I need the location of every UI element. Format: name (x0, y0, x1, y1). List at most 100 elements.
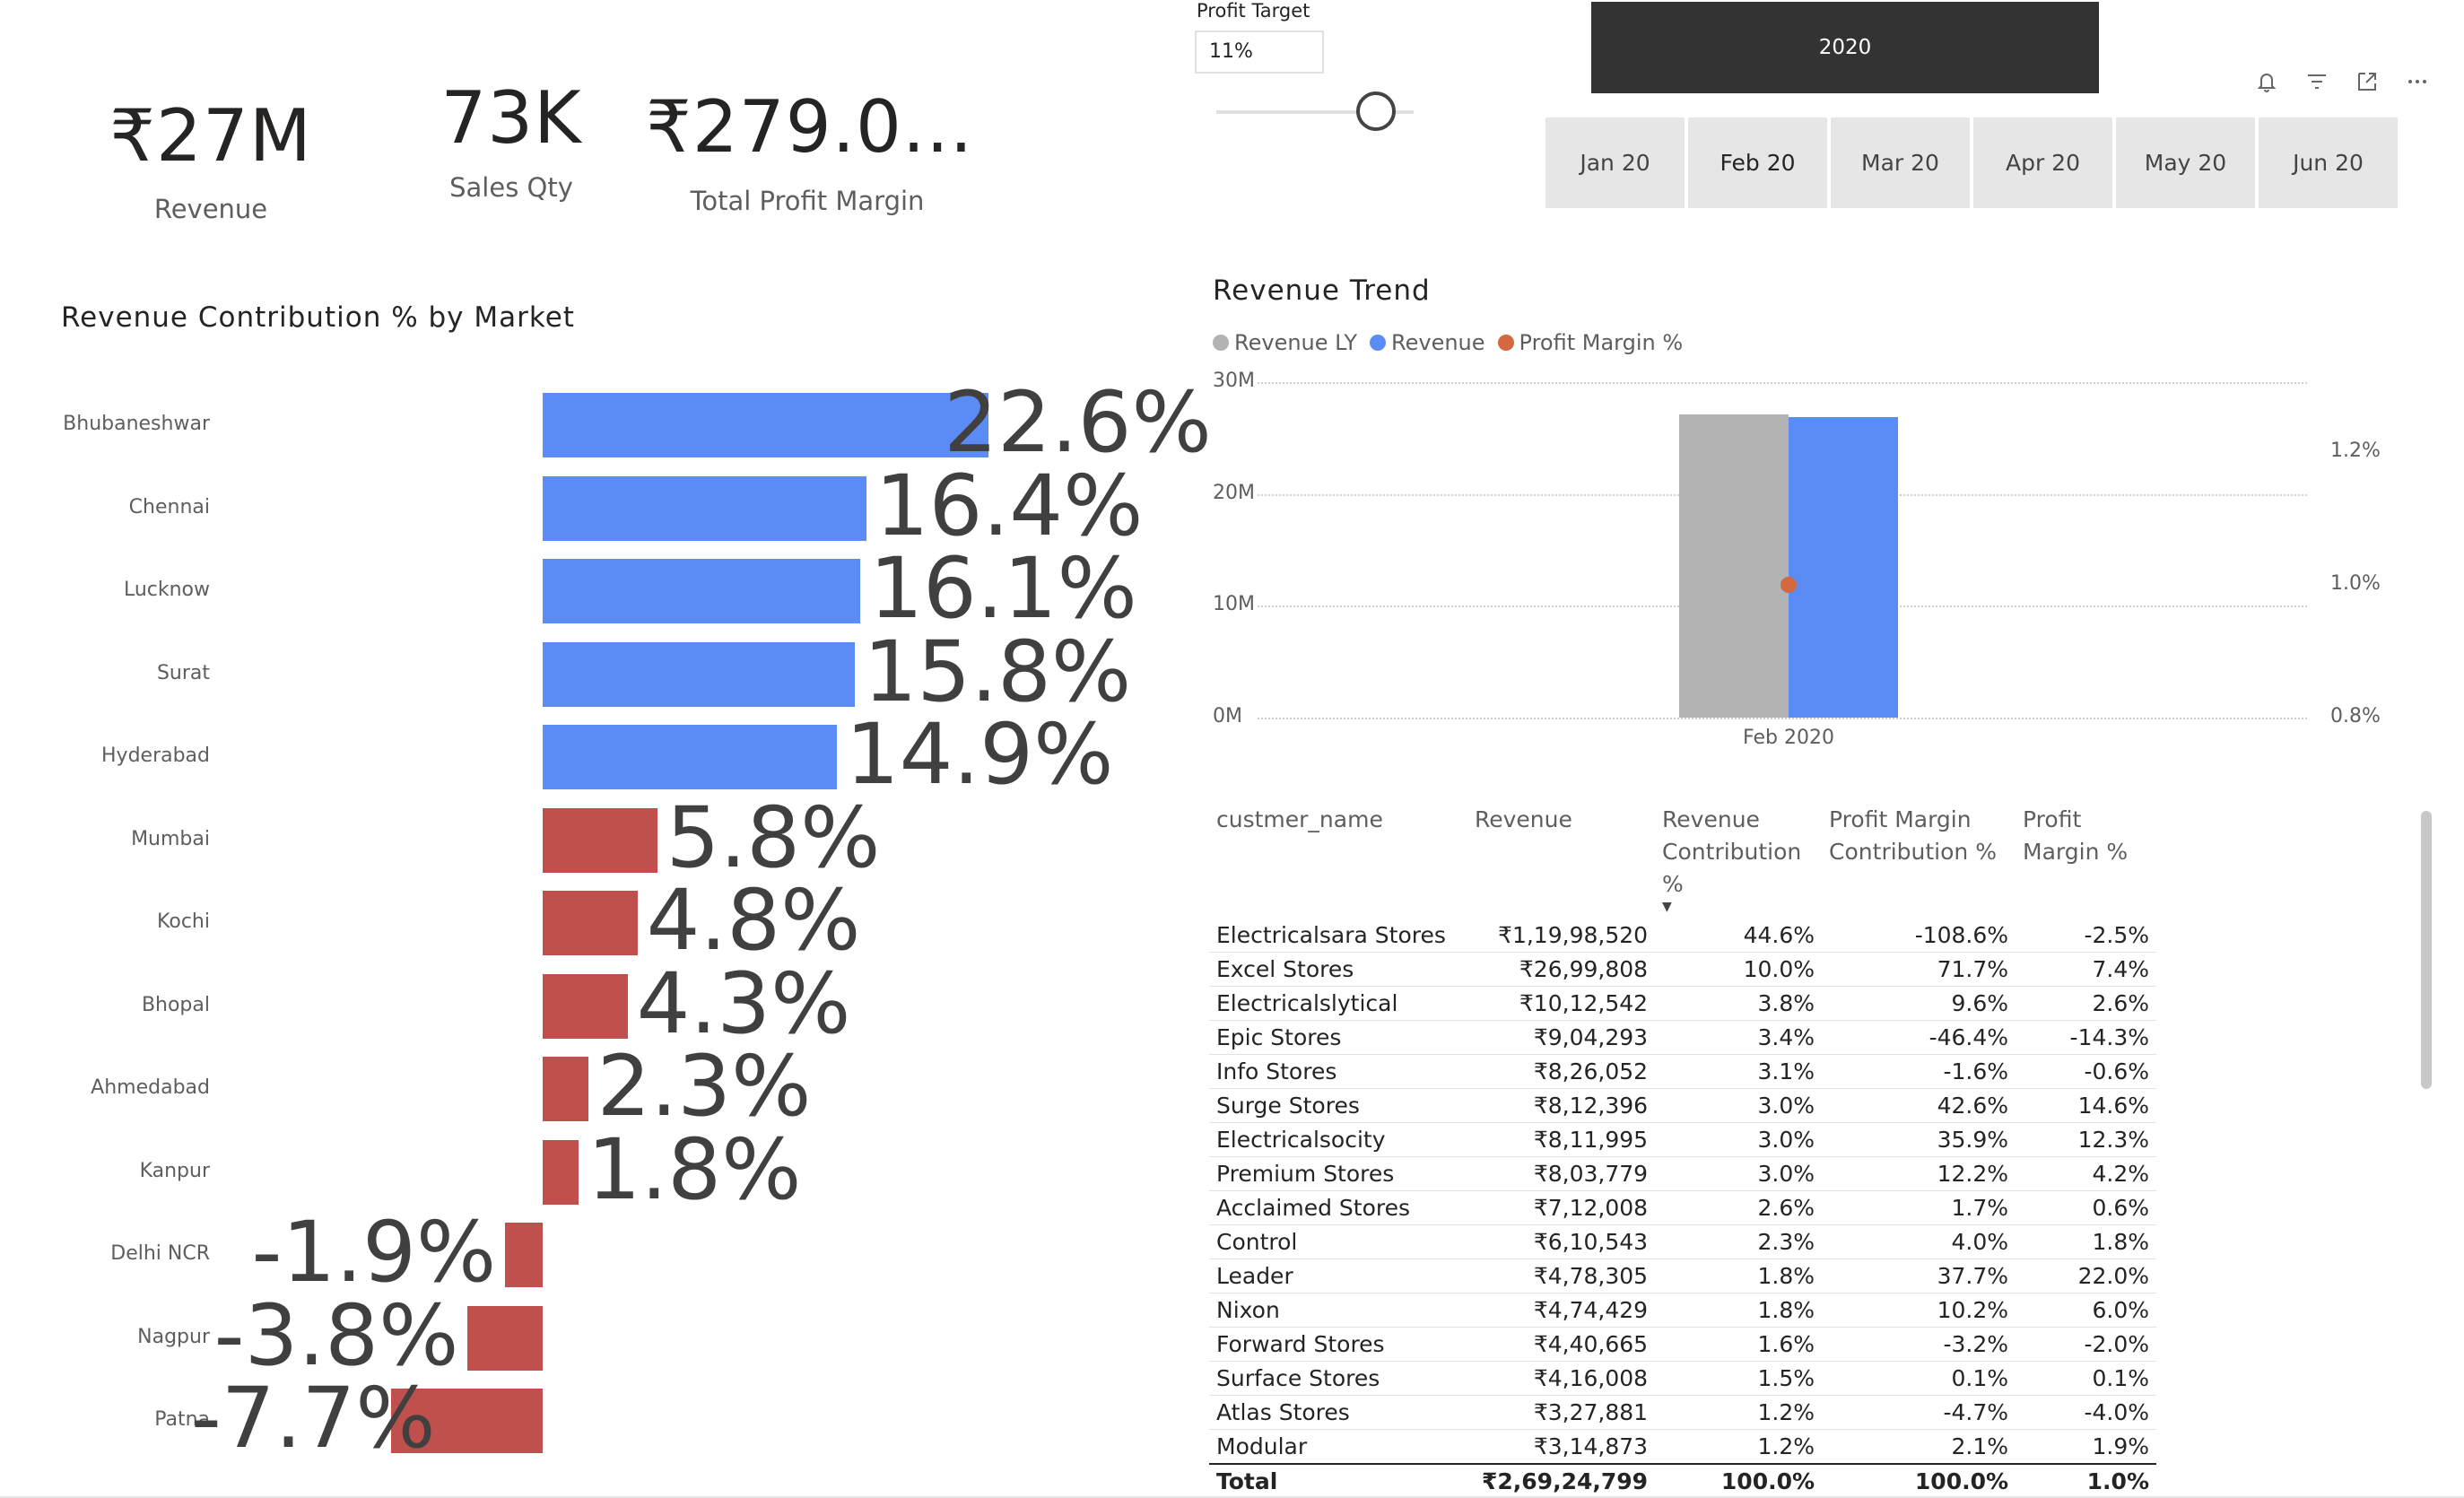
column-header-revenue[interactable]: Revenue (1475, 798, 1655, 919)
table-cell: ₹9,04,293 (1475, 1020, 1656, 1055)
market-bar[interactable] (543, 393, 989, 457)
table-cell: Info Stores (1209, 1054, 1475, 1089)
legend-label: Revenue LY (1234, 330, 1357, 355)
market-bar[interactable] (543, 559, 861, 623)
table-row[interactable]: Surge Stores ₹8,12,396 3.0% 42.6% 14.6% (1209, 1088, 2156, 1123)
table-cell: Electricalsocity (1209, 1122, 1475, 1157)
market-data-label: -7.7% (190, 1370, 436, 1468)
table-cell: 2.1% (1822, 1429, 2016, 1465)
table-cell: ₹10,12,542 (1475, 986, 1656, 1021)
profit-margin-kpi-label: Total Profit Margin (690, 186, 925, 216)
table-cell: ₹6,10,543 (1475, 1224, 1656, 1259)
year-slicer-2020[interactable]: 2020 (1591, 2, 2099, 93)
table-cell: ₹4,78,305 (1475, 1258, 1656, 1293)
trend-bar-revenue[interactable] (1789, 416, 1898, 718)
bell-icon[interactable] (2253, 68, 2280, 95)
market-bar[interactable] (543, 891, 638, 955)
table-row[interactable]: Leader ₹4,78,305 1.8% 37.7% 22.0% (1209, 1258, 2156, 1293)
table-row[interactable]: Acclaimed Stores ₹7,12,008 2.6% 1.7% 0.6% (1209, 1190, 2156, 1225)
trend-y2-tick: 1.0% (2330, 572, 2381, 595)
legend-dot (1497, 335, 1514, 351)
month-slicer-mar-20[interactable]: Mar 20 (1831, 118, 1970, 208)
table-row[interactable]: Surface Stores ₹4,16,008 1.5% 0.1% 0.1% (1209, 1361, 2156, 1396)
table-row[interactable]: Atlas Stores ₹3,27,881 1.2% -4.7% -4.0% (1209, 1395, 2156, 1430)
table-cell: ₹3,14,873 (1475, 1429, 1656, 1465)
table-cell: Modular (1209, 1429, 1475, 1465)
market-bar[interactable] (543, 475, 866, 541)
market-bar[interactable] (543, 807, 657, 873)
month-slicer-apr-20[interactable]: Apr 20 (1973, 118, 2112, 208)
table-cell: 1.0% (2016, 1463, 2156, 1498)
table-row[interactable]: Electricalsocity ₹8,11,995 3.0% 35.9% 12.3% (1209, 1122, 2156, 1157)
trend-chart-title: Revenue Trend (1213, 274, 1431, 307)
market-bar[interactable] (543, 1057, 588, 1121)
table-row[interactable]: Epic Stores ₹9,04,293 3.4% -46.4% -14.3% (1209, 1020, 2156, 1055)
market-category-label: Delhi NCR (110, 1242, 210, 1265)
more-options-icon[interactable] (2404, 68, 2431, 95)
market-bar[interactable] (467, 1305, 543, 1371)
market-category-label: Mumbai (131, 827, 210, 850)
column-header-revenue-contribution[interactable]: Revenue Contribution % ▼ (1655, 798, 1822, 919)
table-cell: 44.6% (1655, 919, 1823, 953)
legend-item-profit-margin[interactable]: Profit Margin % (1497, 330, 1683, 355)
focus-mode-icon[interactable] (2354, 68, 2381, 95)
market-category-label: Kochi (157, 910, 210, 933)
market-bar[interactable] (543, 641, 855, 707)
table-cell: ₹8,12,396 (1475, 1088, 1656, 1123)
column-header-profit-margin-contribution[interactable]: Profit Margin Contribution % (1822, 798, 2016, 919)
table-cell: Total (1209, 1463, 1475, 1498)
market-category-label: Surat (156, 661, 210, 684)
month-slicer-jun-20[interactable]: Jun 20 (2259, 118, 2398, 208)
market-bar[interactable] (543, 725, 837, 789)
filter-icon[interactable] (2303, 68, 2330, 95)
table-cell: Surface Stores (1209, 1361, 1475, 1396)
market-category-label: Hyderabad (101, 745, 210, 767)
column-header-customer[interactable]: custmer_name (1209, 798, 1475, 919)
market-data-label: 22.6% (944, 374, 1212, 472)
profit-target-slider-handle[interactable] (1356, 91, 1396, 131)
month-slicer-jan-20[interactable]: Jan 20 (1545, 118, 1685, 208)
table-cell: 10.2% (1822, 1293, 2016, 1328)
trend-bar-revenue-ly[interactable] (1679, 414, 1789, 718)
table-cell: Control (1209, 1224, 1475, 1259)
market-category-label: Patna (154, 1408, 210, 1431)
column-header-profit-margin[interactable]: Profit Margin % (2016, 798, 2156, 919)
table-cell: Atlas Stores (1209, 1395, 1475, 1430)
table-cell: 1.9% (2016, 1429, 2156, 1465)
market-bar[interactable] (543, 973, 628, 1039)
table-cell: Forward Stores (1209, 1327, 1475, 1362)
table-cell: 0.6% (2016, 1190, 2156, 1225)
market-data-label: 15.8% (863, 623, 1132, 721)
revenue-kpi-value: ₹27M (109, 94, 312, 178)
table-row[interactable]: Electricalslytical ₹10,12,542 3.8% 9.6% 2.6% (1209, 986, 2156, 1021)
month-slicer-feb-20[interactable]: Feb 20 (1688, 118, 1827, 208)
table-cell: -46.4% (1822, 1020, 2016, 1055)
table-cell: 14.6% (2016, 1088, 2156, 1123)
trend-profit-margin-point[interactable] (1781, 577, 1797, 593)
table-row[interactable]: Excel Stores ₹26,99,808 10.0% 71.7% 7.4% (1209, 952, 2156, 987)
profit-target-input[interactable]: 11% (1195, 30, 1324, 74)
table-cell: ₹4,16,008 (1475, 1361, 1656, 1396)
table-scrollbar[interactable] (2421, 811, 2432, 1089)
table-row[interactable]: Electricalsara Stores ₹1,19,98,520 44.6% -1… (1209, 919, 2156, 953)
table-row[interactable]: Control ₹6,10,543 2.3% 4.0% 1.8% (1209, 1224, 2156, 1259)
table-row[interactable]: Modular ₹3,14,873 1.2% 2.1% 1.9% (1209, 1429, 2156, 1465)
market-bar[interactable] (543, 1139, 579, 1205)
table-row[interactable]: Nixon ₹4,74,429 1.8% 10.2% 6.0% (1209, 1293, 2156, 1328)
legend-item-revenue-ly[interactable]: Revenue LY (1213, 330, 1357, 355)
market-data-label: 4.8% (646, 872, 861, 970)
profit-target-label: Profit Target (1197, 0, 1310, 22)
legend-item-revenue[interactable]: Revenue (1370, 330, 1485, 355)
table-row[interactable]: Info Stores ₹8,26,052 3.1% -1.6% -0.6% (1209, 1054, 2156, 1089)
table-cell: Premium Stores (1209, 1156, 1475, 1191)
table-row[interactable]: Premium Stores ₹8,03,779 3.0% 12.2% 4.2% (1209, 1156, 2156, 1191)
market-data-label: 14.9% (845, 706, 1114, 804)
table-cell: 4.2% (2016, 1156, 2156, 1191)
market-category-label: Chennai (128, 495, 210, 518)
table-cell: 42.6% (1822, 1088, 2016, 1123)
table-cell: 3.4% (1655, 1020, 1823, 1055)
month-slicer-may-20[interactable]: May 20 (2116, 118, 2255, 208)
market-category-label: Kanpur (139, 1159, 210, 1182)
market-bar[interactable] (505, 1223, 543, 1287)
table-row[interactable]: Forward Stores ₹4,40,665 1.6% -3.2% -2.0% (1209, 1327, 2156, 1362)
